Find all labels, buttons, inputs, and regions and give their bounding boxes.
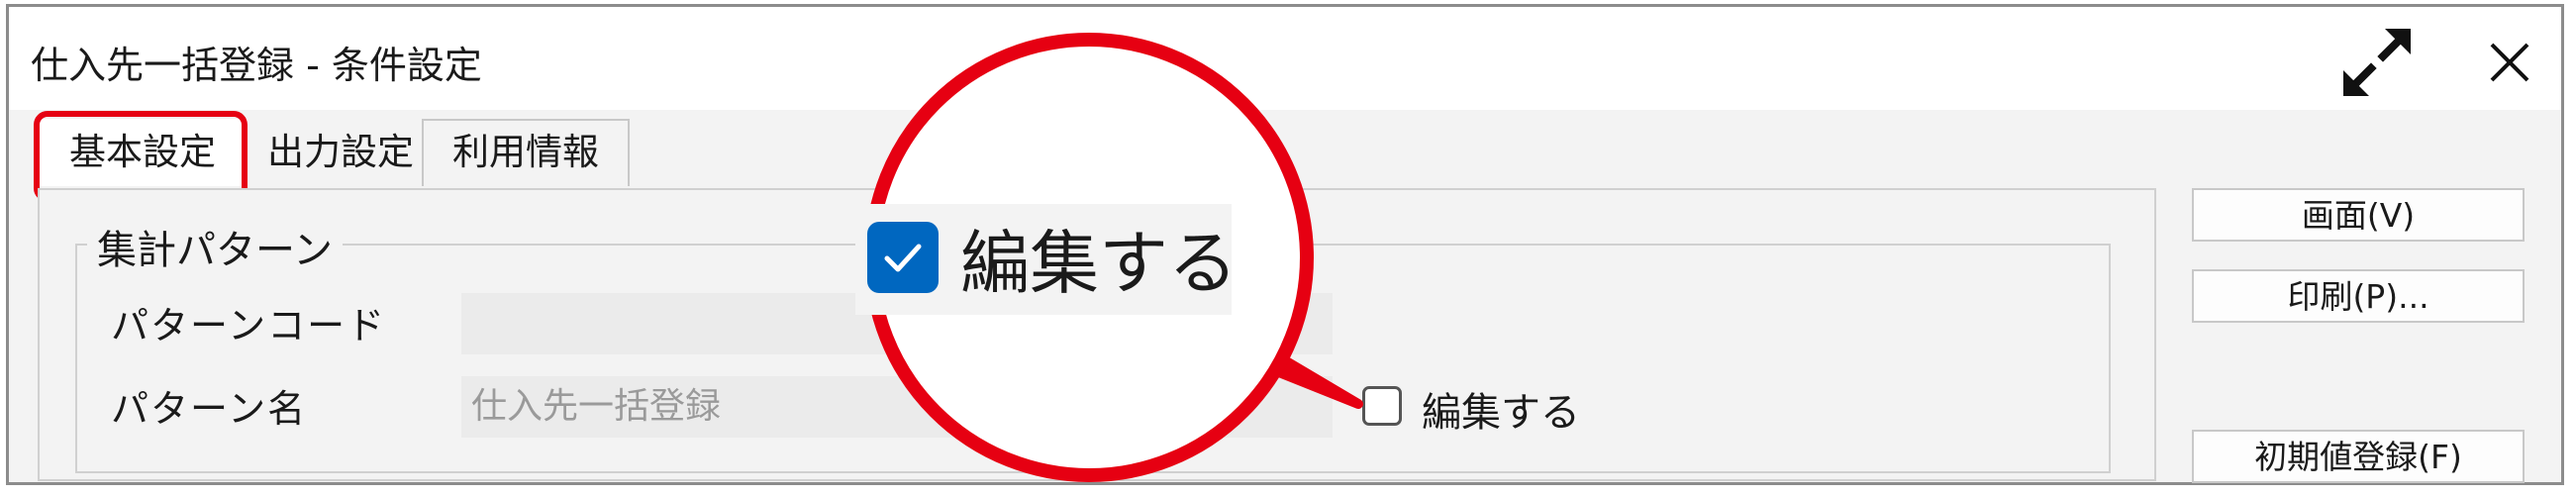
group-legend: 集計パターン — [87, 218, 343, 275]
print-button[interactable]: 印刷(P)... — [2192, 269, 2525, 323]
pattern-name-label: パターン名 — [111, 387, 308, 431]
window-title: 仕入先一括登録 - 条件設定 — [31, 44, 482, 87]
checked-checkbox-icon — [867, 222, 939, 293]
expand-icon[interactable] — [2335, 21, 2419, 104]
title-bar: 仕入先一括登録 - 条件設定 — [9, 7, 2561, 110]
pattern-name-field[interactable]: 仕入先一括登録 — [461, 376, 1333, 438]
edit-checkbox[interactable] — [1362, 386, 1402, 426]
initial-register-button[interactable]: 初期値登録(F) — [2192, 430, 2525, 483]
edit-checkbox-label: 編集する — [1422, 390, 1580, 436]
screen-button[interactable]: 画面(V) — [2192, 188, 2525, 242]
tab-output-settings[interactable]: 出力設定 — [249, 119, 432, 186]
tab-usage-info[interactable]: 利用情報 — [422, 119, 630, 186]
zoom-label: 編集する — [960, 223, 1238, 304]
close-icon[interactable] — [2468, 21, 2551, 104]
pattern-code-label: パターンコード — [111, 304, 387, 348]
